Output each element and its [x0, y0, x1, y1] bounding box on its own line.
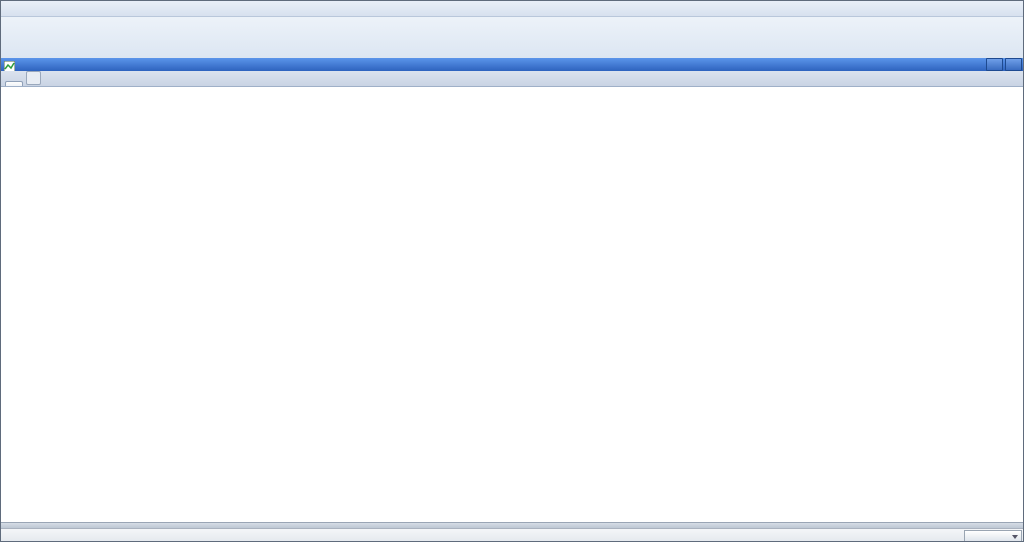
- tab-kuppung[interactable]: [5, 81, 23, 86]
- graph-window-icon: [4, 59, 15, 70]
- chevron-down-icon: [1012, 535, 1018, 539]
- ribbon: [1, 1, 1024, 59]
- chart-region: [1, 87, 1024, 522]
- application-window: [0, 0, 1024, 542]
- close-window-button[interactable]: [1005, 58, 1022, 71]
- child-window-titlebar: [1, 58, 1024, 71]
- view-selector-combo[interactable]: [964, 530, 1022, 542]
- close-tab-icon[interactable]: [26, 71, 41, 85]
- ribbon-tab-row: [1, 1, 1024, 17]
- maximize-button[interactable]: [986, 58, 1003, 71]
- time-history-plot: [1, 87, 1024, 522]
- status-bar: [1, 528, 1024, 542]
- ribbon-groups: [1, 17, 1024, 58]
- document-tab-strip: [1, 71, 1024, 87]
